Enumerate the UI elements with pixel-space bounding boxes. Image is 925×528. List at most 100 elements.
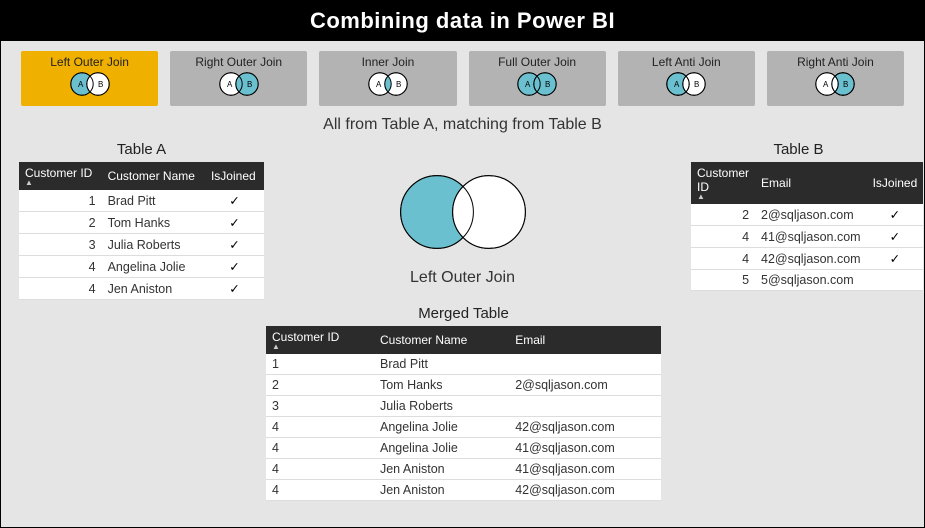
check-icon: ✓: [890, 230, 900, 244]
cell-email: 5@sqljason.com: [755, 270, 867, 291]
check-icon: ✓: [229, 194, 239, 208]
svg-text:A: A: [78, 80, 84, 89]
column-header[interactable]: Email: [509, 326, 661, 354]
join-description: All from Table A, matching from Table B: [1, 116, 924, 134]
table-row: 1Brad Pitt: [266, 354, 661, 375]
cell-id: 4: [691, 226, 755, 248]
cell-name: Angelina Jolie: [102, 256, 205, 278]
tab-label: Left Anti Join: [618, 55, 755, 69]
merged-table-title: Merged Table: [266, 305, 661, 322]
cell-name: Brad Pitt: [374, 354, 509, 375]
column-header[interactable]: Customer Name: [374, 326, 509, 354]
cell-isjoined: ✓: [205, 234, 264, 256]
column-header[interactable]: Customer Name: [102, 162, 205, 190]
join-type-tabs: Left Outer JoinABRight Outer JoinABInner…: [1, 41, 924, 110]
check-icon: ✓: [890, 208, 900, 222]
cell-isjoined: ✓: [205, 278, 264, 300]
cell-isjoined: ✓: [205, 190, 264, 212]
column-header[interactable]: IsJoined: [205, 162, 264, 190]
table-a: Customer ID▲Customer NameIsJoined 1Brad …: [19, 162, 264, 300]
cell-email: 42@sqljason.com: [509, 480, 661, 501]
table-b: Customer ID▲EmailIsJoined 22@sqljason.co…: [691, 162, 923, 291]
tab-full-outer[interactable]: Full Outer JoinAB: [469, 51, 606, 106]
check-icon: ✓: [229, 238, 239, 252]
table-a-title: Table A: [19, 141, 264, 158]
cell-id: 4: [266, 417, 374, 438]
sort-asc-icon: ▲: [697, 194, 749, 200]
venn-icon: AB: [512, 71, 562, 100]
cell-id: 2: [19, 212, 102, 234]
tab-right-anti[interactable]: Right Anti Join AB: [767, 51, 904, 106]
column-header[interactable]: Email: [755, 162, 867, 204]
cell-id: 5: [691, 270, 755, 291]
svg-text:B: B: [247, 80, 252, 89]
tab-inner[interactable]: Inner JoinAB: [319, 51, 456, 106]
svg-text:A: A: [227, 80, 233, 89]
cell-id: 4: [266, 438, 374, 459]
cell-id: 4: [19, 256, 102, 278]
column-header[interactable]: Customer ID▲: [19, 162, 102, 190]
cell-email: 2@sqljason.com: [509, 375, 661, 396]
cell-id: 4: [266, 459, 374, 480]
tab-left-anti[interactable]: Left Anti JoinAB: [618, 51, 755, 106]
venn-icon: AB: [661, 71, 711, 100]
column-header[interactable]: IsJoined: [867, 162, 924, 204]
table-row: 1Brad Pitt✓: [19, 190, 264, 212]
cell-name: Tom Hanks: [374, 375, 509, 396]
table-row: 4Angelina Jolie42@sqljason.com: [266, 417, 661, 438]
cell-isjoined: ✓: [205, 212, 264, 234]
cell-name: Jen Aniston: [374, 480, 509, 501]
page-title: Combining data in Power BI: [1, 1, 924, 41]
cell-isjoined: ✓: [867, 248, 924, 270]
cell-email: 2@sqljason.com: [755, 204, 867, 226]
svg-text:B: B: [843, 80, 848, 89]
table-row: 3Julia Roberts: [266, 396, 661, 417]
cell-isjoined: ✓: [867, 204, 924, 226]
table-row: 441@sqljason.com ✓: [691, 226, 923, 248]
table-row: 4Angelina Jolie41@sqljason.com: [266, 438, 661, 459]
cell-isjoined: ✓: [205, 256, 264, 278]
column-header[interactable]: Customer ID▲: [691, 162, 755, 204]
tab-right-outer[interactable]: Right Outer Join A B: [170, 51, 307, 106]
cell-email: 41@sqljason.com: [509, 459, 661, 480]
table-row: 4Angelina Jolie✓: [19, 256, 264, 278]
cell-email: 42@sqljason.com: [755, 248, 867, 270]
tab-left-outer[interactable]: Left Outer JoinAB: [21, 51, 158, 106]
cell-id: 4: [19, 278, 102, 300]
table-row: 4Jen Aniston42@sqljason.com: [266, 480, 661, 501]
cell-id: 3: [266, 396, 374, 417]
cell-email: 41@sqljason.com: [509, 438, 661, 459]
cell-name: Julia Roberts: [102, 234, 205, 256]
svg-text:B: B: [694, 80, 699, 89]
svg-text:A: A: [674, 80, 680, 89]
cell-name: Angelina Jolie: [374, 417, 509, 438]
table-b-title: Table B: [691, 141, 906, 158]
cell-email: 41@sqljason.com: [755, 226, 867, 248]
check-icon: ✓: [890, 252, 900, 266]
check-icon: ✓: [229, 216, 239, 230]
cell-email: [509, 354, 661, 375]
table-row: 2Tom Hanks✓: [19, 212, 264, 234]
table-row: 4Jen Aniston41@sqljason.com: [266, 459, 661, 480]
cell-email: 42@sqljason.com: [509, 417, 661, 438]
column-header[interactable]: Customer ID▲: [266, 326, 374, 354]
table-row: 3Julia Roberts✓: [19, 234, 264, 256]
merged-table: Customer ID▲Customer NameEmail 1Brad Pit…: [266, 326, 661, 501]
svg-text:A: A: [525, 80, 531, 89]
svg-text:A: A: [376, 80, 382, 89]
venn-icon: AB: [810, 71, 860, 100]
svg-text:B: B: [545, 80, 550, 89]
tab-label: Full Outer Join: [469, 55, 606, 69]
venn-icon: AB: [65, 71, 115, 100]
cell-id: 4: [691, 248, 755, 270]
tab-label: Right Anti Join: [767, 55, 904, 69]
cell-name: Jen Aniston: [374, 459, 509, 480]
cell-id: 1: [266, 354, 374, 375]
cell-name: Angelina Jolie: [374, 438, 509, 459]
tab-label: Right Outer Join: [170, 55, 307, 69]
cell-name: Jen Aniston: [102, 278, 205, 300]
cell-id: 2: [691, 204, 755, 226]
cell-isjoined: ✓: [867, 226, 924, 248]
tab-label: Inner Join: [319, 55, 456, 69]
cell-id: 2: [266, 375, 374, 396]
